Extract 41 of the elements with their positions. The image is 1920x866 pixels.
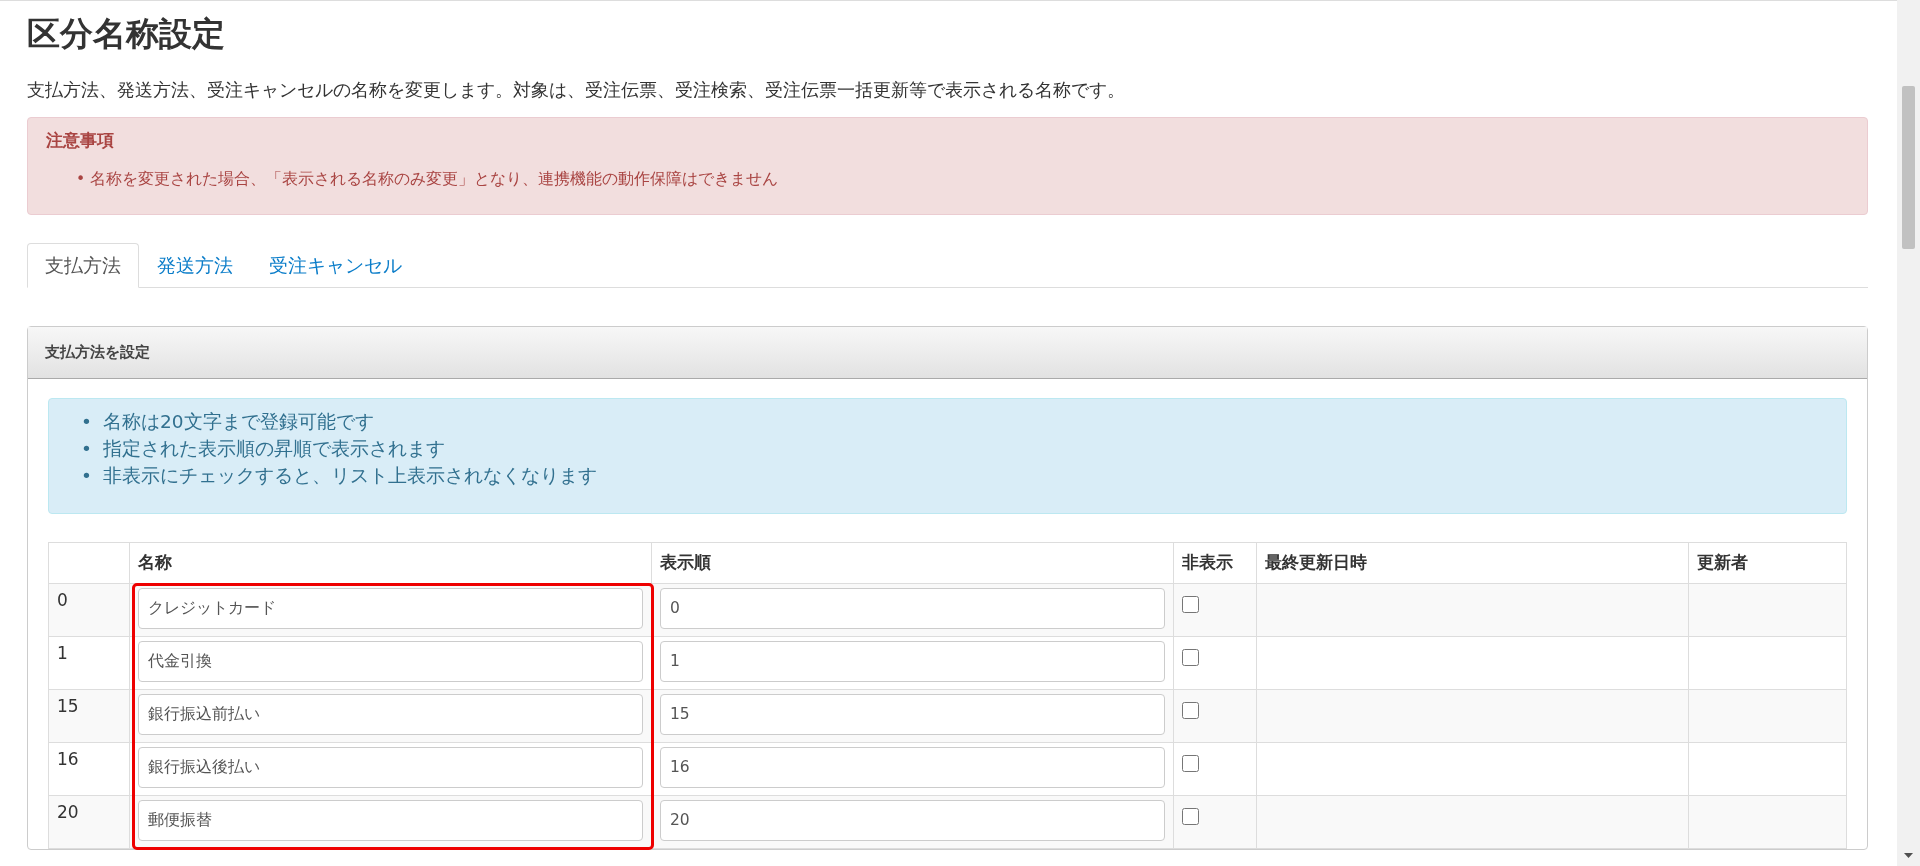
row-id: 20 xyxy=(48,795,130,849)
hidden-checkbox[interactable] xyxy=(1182,754,1199,772)
name-input[interactable]: 銀行振込後払い xyxy=(138,746,643,789)
row-id: 15 xyxy=(48,689,130,743)
hidden-checkbox[interactable] xyxy=(1182,595,1199,613)
tab[interactable]: 支払方法 xyxy=(27,242,139,289)
column-header: 表示順 xyxy=(651,542,1174,584)
order-input[interactable]: 15 xyxy=(660,693,1165,736)
notice-heading: 注意事項 xyxy=(46,129,115,151)
page-description: 支払方法、発送方法、受注キャンセルの名称を変更します。対象は、受注伝票、受注検索、受注伝票一括更新等で表示される名称です。 xyxy=(27,77,1126,102)
order-input[interactable]: 0 xyxy=(660,587,1165,630)
column-header: 非表示 xyxy=(1173,542,1257,584)
hidden-checkbox[interactable] xyxy=(1182,701,1199,719)
hidden-checkbox[interactable] xyxy=(1182,807,1199,825)
row-id: 16 xyxy=(48,742,130,796)
order-input[interactable]: 1 xyxy=(660,640,1165,683)
name-input[interactable]: 銀行振込前払い xyxy=(138,693,643,736)
column-header: 更新者 xyxy=(1688,542,1847,584)
order-input[interactable]: 16 xyxy=(660,746,1165,789)
info-item: 指定された表示順の昇順で表示されます xyxy=(103,436,445,461)
column-header: 名称 xyxy=(129,542,652,584)
info-item: 名称は20文字まで登録可能です xyxy=(103,409,374,434)
name-input[interactable]: クレジットカード xyxy=(138,587,643,630)
panel-title: 支払方法を設定 xyxy=(28,327,1867,379)
name-input[interactable]: 代金引換 xyxy=(138,640,643,683)
name-input[interactable]: 郵便振替 xyxy=(138,799,643,842)
notice-item: 名称を変更された場合、「表示される名称のみ変更」となり、連携機能の動作保障はできません xyxy=(90,169,778,191)
scrollbar[interactable] xyxy=(1897,0,1920,866)
info-item: 非表示にチェックすると、リスト上表示されなくなります xyxy=(103,463,597,488)
bullet-icon: • xyxy=(81,408,103,436)
tab[interactable]: 発送方法 xyxy=(139,242,251,289)
bullet-icon: • xyxy=(81,435,103,463)
column-header: 最終更新日時 xyxy=(1256,542,1689,584)
bullet-icon: • xyxy=(81,462,103,490)
page-title: 区分名称設定 xyxy=(27,13,226,55)
bullet-icon: • xyxy=(76,168,90,192)
tab[interactable]: 受注キャンセル xyxy=(251,242,420,289)
row-id: 0 xyxy=(48,583,130,637)
row-id: 1 xyxy=(48,636,130,690)
hidden-checkbox[interactable] xyxy=(1182,648,1199,666)
order-input[interactable]: 20 xyxy=(660,799,1165,842)
